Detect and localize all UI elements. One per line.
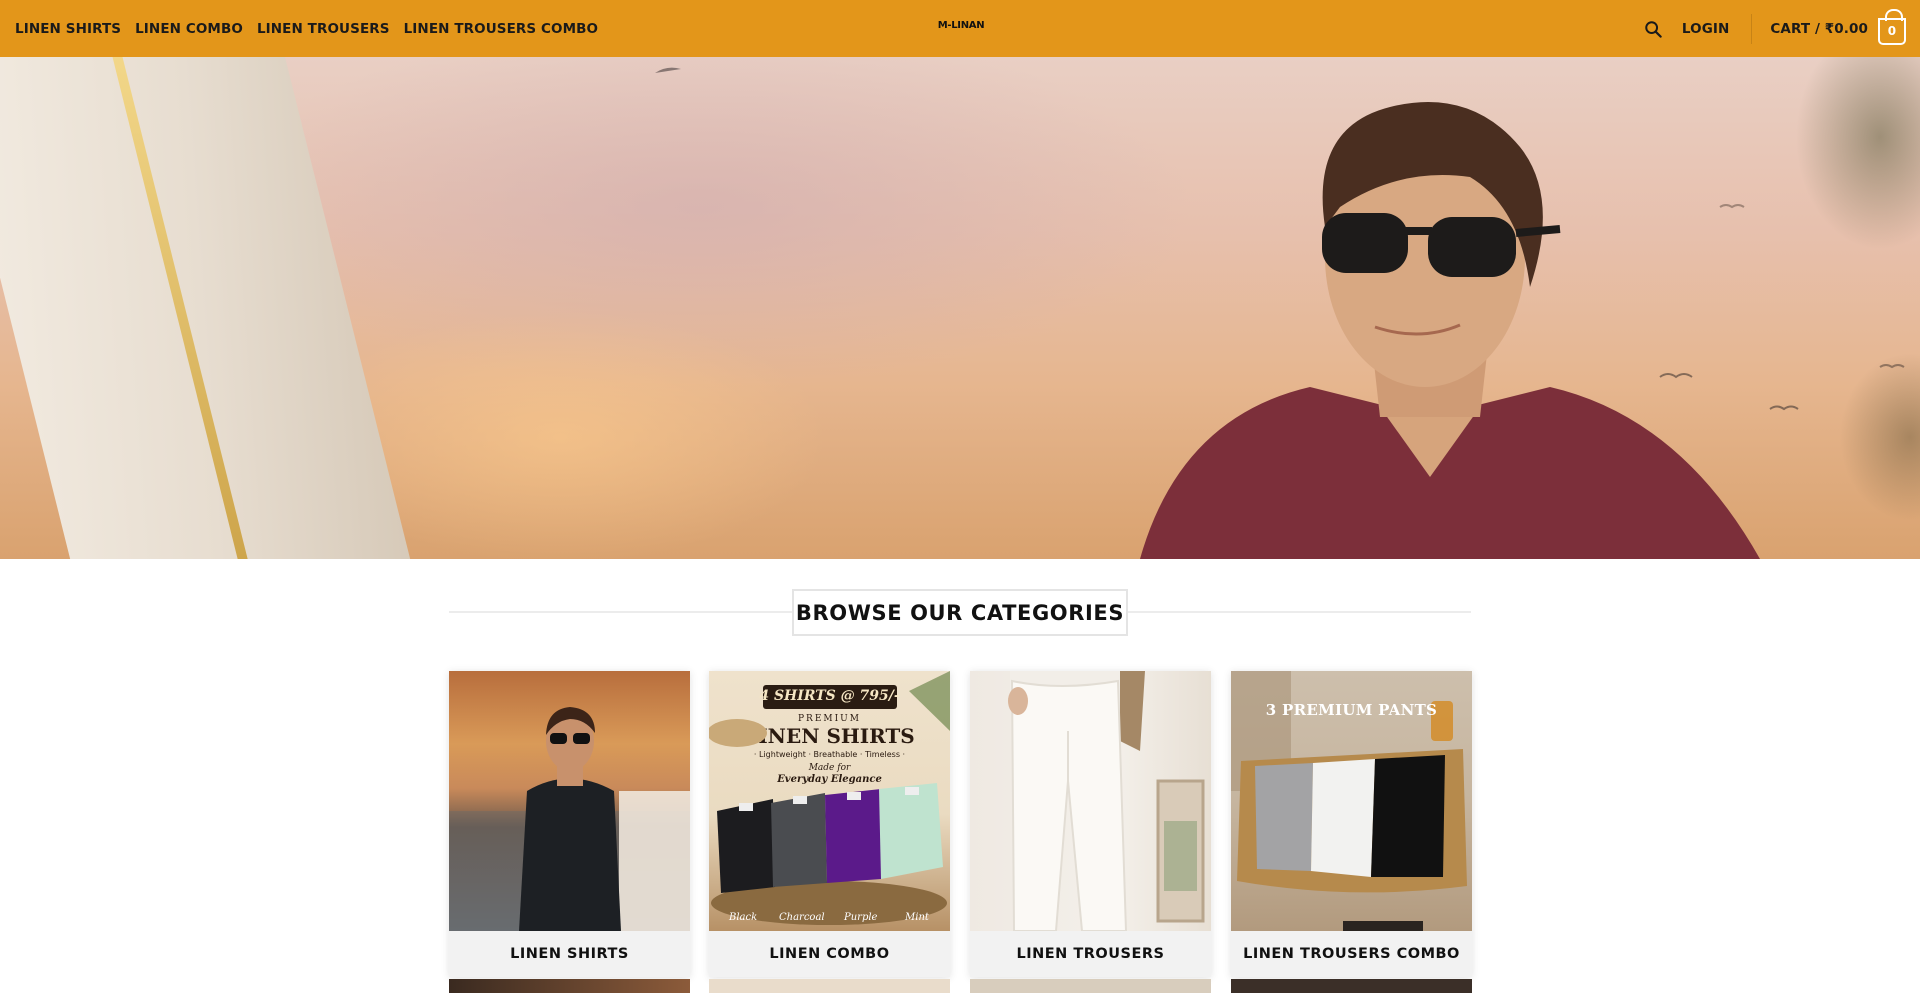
category-card-linen-combo[interactable]: 4 SHIRTS @ 795/- PREMIUM LINEN SHIRTS · …: [709, 671, 950, 977]
color-tag-black: Black: [729, 912, 758, 923]
cart-count: 0: [1887, 24, 1897, 38]
cart-label: CART / ₹0.00: [1770, 20, 1868, 37]
header-divider: [1751, 13, 1753, 44]
cart-bag-icon: 0: [1878, 8, 1906, 45]
category-image-linen-shirts: [449, 671, 690, 931]
category-label-bar: LINEN TROUSERS: [970, 931, 1211, 977]
categories-title: BROWSE OUR CATEGORIES: [795, 600, 1125, 625]
category-image-linen-trousers-combo: 3 PREMIUM PANTS: [1231, 671, 1472, 931]
top-header: LINEN SHIRTS LINEN COMBO LINEN TROUSERS …: [0, 0, 1920, 57]
search-icon[interactable]: [1644, 20, 1662, 38]
category-label: LINEN SHIRTS: [510, 946, 629, 962]
category-image-linen-trousers: [970, 671, 1211, 931]
nav-linen-trousers[interactable]: LINEN TROUSERS: [257, 21, 390, 37]
category-label-bar: LINEN COMBO: [709, 931, 950, 977]
category-card-linen-trousers[interactable]: LINEN TROUSERS: [970, 671, 1211, 977]
category-card-linen-shirts[interactable]: LINEN SHIRTS: [449, 671, 690, 977]
category-label-bar: LINEN SHIRTS: [449, 931, 690, 977]
man-black-shirt-illustration: [449, 707, 690, 931]
color-tag-purple: Purple: [844, 912, 878, 923]
category-image-linen-combo: 4 SHIRTS @ 795/- PREMIUM LINEN SHIRTS · …: [709, 671, 950, 931]
categories-title-box: BROWSE OUR CATEGORIES: [792, 589, 1128, 636]
nav-linen-trousers-combo[interactable]: LINEN TROUSERS COMBO: [404, 21, 599, 37]
nav-linen-shirts[interactable]: LINEN SHIRTS: [15, 21, 121, 37]
header-actions: LOGIN CART / ₹0.00 0: [1644, 0, 1906, 57]
category-label: LINEN TROUSERS COMBO: [1243, 946, 1460, 962]
white-trousers-illustration: [1008, 671, 1205, 931]
folded-shirts-illustration: [709, 671, 950, 925]
login-link[interactable]: LOGIN: [1682, 21, 1730, 37]
site-logo[interactable]: M-LINAN: [937, 17, 985, 33]
hero-scene: [655, 67, 1905, 559]
next-row-card-peek: [709, 979, 950, 993]
nav-linen-combo[interactable]: LINEN COMBO: [135, 21, 243, 37]
promo-headline: 3 PREMIUM PANTS: [1265, 701, 1438, 719]
next-row-card-peek: [449, 979, 690, 993]
color-tag-mint: Mint: [905, 912, 929, 923]
next-row-card-peek: [1231, 979, 1472, 993]
category-label-bar: LINEN TROUSERS COMBO: [1231, 931, 1472, 977]
category-label: LINEN TROUSERS: [1016, 946, 1165, 962]
category-card-linen-trousers-combo[interactable]: 3 PREMIUM PANTS LINEN TROUSERS COMBO: [1231, 671, 1472, 977]
hero-banner[interactable]: [0, 57, 1920, 559]
cart-link[interactable]: CART / ₹0.00 0: [1770, 8, 1906, 45]
next-row-card-peek: [970, 979, 1211, 993]
color-tag-charcoal: Charcoal: [779, 912, 825, 923]
category-label: LINEN COMBO: [769, 946, 890, 962]
main-nav: LINEN SHIRTS LINEN COMBO LINEN TROUSERS …: [15, 0, 598, 57]
